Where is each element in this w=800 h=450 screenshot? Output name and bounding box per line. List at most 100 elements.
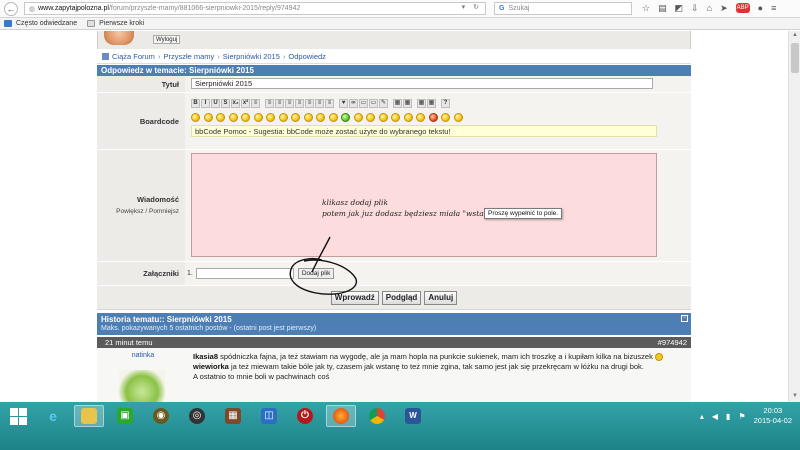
image-button[interactable]: ▭ <box>359 99 368 108</box>
preview-button[interactable]: Podgląd <box>381 290 422 305</box>
list-button[interactable]: ≡ <box>265 99 274 108</box>
smiley-icon[interactable] <box>266 113 275 122</box>
start-button[interactable] <box>4 405 32 427</box>
align-right-button[interactable]: ≡ <box>295 99 304 108</box>
underline-button[interactable]: U <box>211 99 220 108</box>
message-textarea[interactable]: klikasz dodaj plik potem jak juz dodasz … <box>191 153 657 257</box>
network-icon[interactable]: ▮ <box>726 412 730 421</box>
smiley-icon[interactable] <box>241 113 250 122</box>
enlarge-link[interactable]: Powiększ <box>116 208 143 215</box>
smiley-icon[interactable] <box>291 113 300 122</box>
clock[interactable]: 20:03 2015-04-02 <box>754 406 792 426</box>
smiley-icon[interactable] <box>278 113 288 122</box>
file-path-input[interactable] <box>195 268 294 279</box>
smiley-icon[interactable] <box>328 113 338 122</box>
bookmark-star-icon[interactable]: ☆ <box>642 3 650 14</box>
quote-button[interactable]: ▭ <box>369 99 378 108</box>
smiley-icon[interactable] <box>191 113 200 122</box>
taskbar-store[interactable]: ▣ <box>110 405 140 427</box>
smiley-icon[interactable] <box>366 113 375 122</box>
media-button[interactable]: ▦ <box>427 99 436 108</box>
color-button[interactable]: ♥ <box>339 99 348 108</box>
bookmarks-menu-icon[interactable]: ▤ <box>658 3 667 14</box>
video-button[interactable]: ▦ <box>417 99 426 108</box>
taskbar-word[interactable]: W <box>398 405 428 427</box>
bookmark-frequent[interactable]: Często odwiedzane <box>16 20 77 27</box>
collapse-icon[interactable]: − <box>681 315 688 322</box>
breadcrumb-reply[interactable]: Odpowiedz <box>288 52 326 61</box>
taskbar-firefox[interactable] <box>326 405 356 427</box>
address-bar[interactable]: ◍ www.zapytajpolozna.pl /forum/przyszle-… <box>24 2 486 15</box>
back-icon[interactable]: ← <box>4 1 18 16</box>
smiley-devil-icon[interactable] <box>428 113 438 122</box>
scroll-up-icon[interactable]: ▲ <box>791 32 799 40</box>
smiley-icon[interactable] <box>228 113 238 122</box>
taskbar-app-power[interactable]: ⏻ <box>290 405 320 427</box>
add-file-button[interactable]: Dodaj plik <box>297 268 335 279</box>
smiley-icon[interactable] <box>403 113 413 122</box>
shrink-link[interactable]: Pomniejsz <box>149 208 179 215</box>
send-icon[interactable]: ➤ <box>720 3 728 14</box>
taskbar-app-photo[interactable]: ▦ <box>218 405 248 427</box>
align-center-button[interactable]: ≡ <box>285 99 294 108</box>
italic-button[interactable]: I <box>201 99 210 108</box>
logout-button[interactable]: Wyloguj <box>153 35 181 44</box>
breadcrumb-category[interactable]: Przyszłe mamy <box>163 52 214 61</box>
edit-button[interactable]: ✎ <box>379 99 388 108</box>
submit-button[interactable]: Wprowadź <box>330 290 379 305</box>
home-icon[interactable]: ⌂ <box>707 3 712 14</box>
smiley-icon[interactable] <box>353 113 363 122</box>
superscript-button[interactable]: x² <box>241 99 250 108</box>
flag-icon[interactable]: ⚑ <box>738 412 745 421</box>
tray-arrow-icon[interactable]: ▴ <box>700 412 704 421</box>
title-input[interactable]: Sierpniówki 2015 <box>191 78 653 89</box>
smiley-icon[interactable] <box>216 113 225 122</box>
smiley-icon[interactable] <box>453 113 463 122</box>
ordered-list-button[interactable]: ≡ <box>275 99 284 108</box>
taskbar-app-owl[interactable]: ◉ <box>146 405 176 427</box>
smiley-icon[interactable] <box>303 113 313 122</box>
table-button[interactable]: ▦ <box>393 99 402 108</box>
speaker-icon[interactable]: ◀ <box>712 412 718 421</box>
help-button[interactable]: ? <box>441 99 450 108</box>
url-dropdown-icons[interactable]: ▾ ↻ <box>462 3 482 11</box>
smiley-green-icon[interactable] <box>341 113 350 122</box>
search-input[interactable]: G Szukaj <box>494 2 632 15</box>
page-scrollbar[interactable]: ▲ ▼ <box>788 31 800 402</box>
smiley-icon[interactable] <box>253 113 263 122</box>
bookmark-getting-started[interactable]: Pierwsze kroki <box>99 20 144 27</box>
url-path: /forum/przyszle-mamy/881066-sierpniowki-… <box>108 5 301 12</box>
smiley-icon[interactable] <box>203 113 213 122</box>
taskbar-chrome[interactable] <box>362 405 392 427</box>
smiley-icon[interactable] <box>416 113 425 122</box>
breadcrumb-forum[interactable]: Ciąża Forum <box>112 52 155 61</box>
smiley-icon[interactable] <box>378 113 388 122</box>
smiley-icon[interactable] <box>391 113 400 122</box>
indent-button[interactable]: ≡ <box>315 99 324 108</box>
link-button[interactable]: ∞ <box>349 99 358 108</box>
smiley-icon[interactable] <box>441 113 450 122</box>
taskbar-app-blue[interactable]: ◫ <box>254 405 284 427</box>
taskbar-explorer[interactable] <box>74 405 104 427</box>
bold-button[interactable]: B <box>191 99 200 108</box>
download-icon[interactable]: ⇩ <box>691 3 699 14</box>
breadcrumb-topic[interactable]: Sierpniówki 2015 <box>223 52 280 61</box>
post-author-name[interactable]: natinka <box>132 352 155 359</box>
adblock-icon[interactable]: ABP <box>735 3 750 13</box>
chat-icon[interactable]: ● <box>758 3 763 14</box>
menu-icon[interactable]: ≡ <box>771 3 776 14</box>
scroll-thumb[interactable] <box>791 43 799 73</box>
cancel-button[interactable]: Anuluj <box>424 290 458 305</box>
subscript-button[interactable]: x₂ <box>231 99 240 108</box>
taskbar-ie[interactable]: e <box>38 405 68 427</box>
scroll-down-icon[interactable]: ▼ <box>791 393 799 401</box>
taskbar-app-speaker[interactable]: ◎ <box>182 405 212 427</box>
justify-button[interactable]: ≡ <box>305 99 314 108</box>
strike-button[interactable]: S <box>221 99 230 108</box>
code-button[interactable]: ▦ <box>403 99 412 108</box>
outdent-button[interactable]: ≡ <box>325 99 334 108</box>
post-id-link[interactable]: #974942 <box>658 337 687 348</box>
smiley-icon[interactable] <box>316 113 325 122</box>
pocket-icon[interactable]: ◩ <box>675 3 684 14</box>
align-left-button[interactable]: ≡ <box>251 99 260 108</box>
